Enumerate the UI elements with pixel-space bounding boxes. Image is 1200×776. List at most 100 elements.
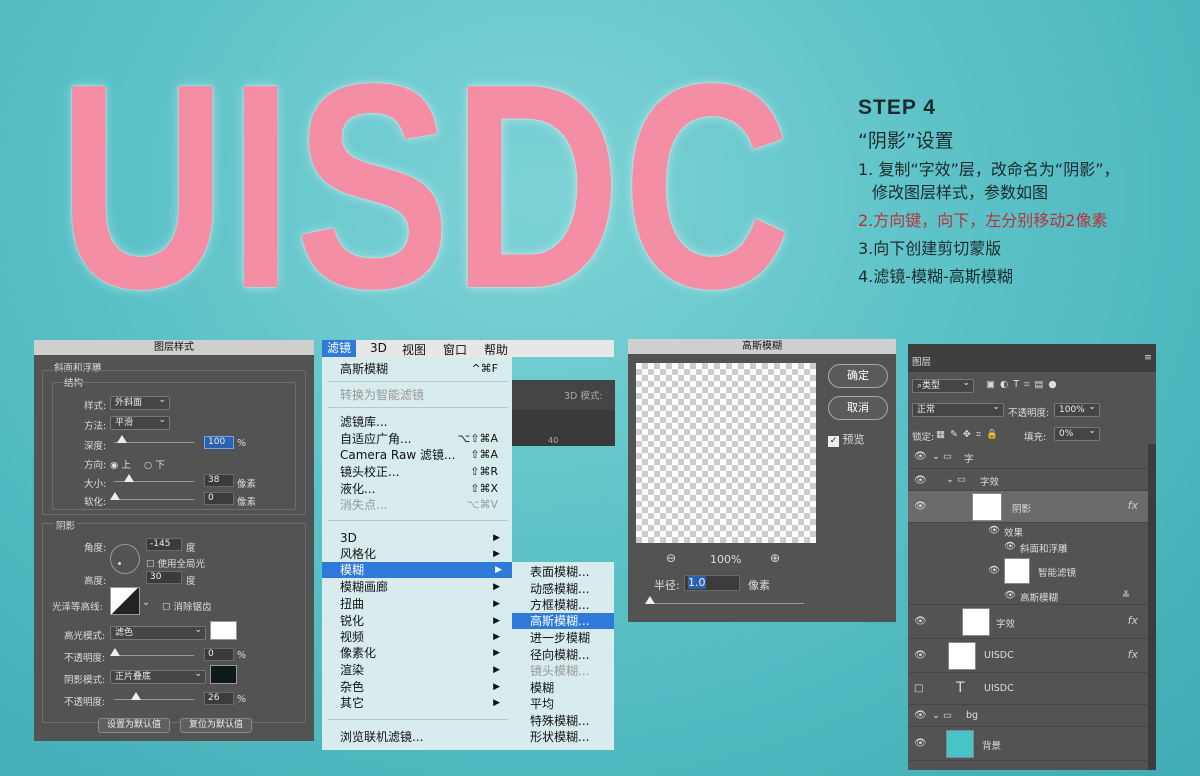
cancel-button[interactable]: 取消 [828, 396, 888, 420]
menu-item-last-filter[interactable]: 高斯模糊 ^⌘F [340, 361, 510, 377]
highlight-opacity-input[interactable]: 0 [204, 648, 234, 661]
layer-uisdc-text[interactable]: □ T UISDC [908, 673, 1148, 705]
layer-ziyao[interactable]: 👁 字效 fx [908, 605, 1148, 639]
menu-window[interactable]: 窗口 [443, 341, 467, 358]
effects-eye-icon[interactable]: 👁 [988, 525, 1000, 536]
depth-knob[interactable] [117, 435, 127, 443]
zoom-in-icon[interactable]: ⊕ [770, 551, 780, 565]
direction-down-radio[interactable]: ○ 下 [144, 457, 165, 471]
soften-knob[interactable] [110, 492, 120, 500]
fill-input[interactable]: 0% [1054, 425, 1100, 441]
menu-item-browse-online[interactable]: 浏览联机滤镜... [340, 729, 510, 745]
make-default-button[interactable]: 设置为默认值 [98, 718, 170, 733]
submenu-blur-more[interactable]: 进一步模糊 [530, 630, 614, 646]
shadow-opacity-input[interactable]: 26 [204, 692, 234, 705]
depth-slider[interactable] [114, 435, 194, 443]
layers-scrollbar[interactable] [1148, 444, 1156, 770]
visibility-eye-icon[interactable]: 👁 [914, 710, 927, 721]
menu-item-vanishing-point[interactable]: 消失点... ⌥⌘V [340, 497, 510, 513]
shadow-opacity-slider[interactable] [114, 692, 194, 700]
menu-item-3d[interactable]: 3D ▶ [340, 530, 510, 546]
highlight-opacity-slider[interactable] [110, 648, 194, 656]
lock-icons[interactable]: ▦✎✥⌗🔒 [936, 429, 1003, 440]
visibility-eye-icon[interactable]: 👁 [914, 501, 927, 512]
fx-icon[interactable]: fx [1128, 648, 1138, 661]
filter-options-icon[interactable]: ≚ [1122, 590, 1130, 601]
filter-icons[interactable]: ▣◐T⌗▤● [986, 379, 1062, 390]
visibility-eye-icon[interactable]: 👁 [914, 616, 927, 627]
submenu-gaussian-blur[interactable]: 高斯模糊... [512, 613, 614, 629]
submenu-average[interactable]: 平均 [530, 696, 614, 712]
menu-help[interactable]: 帮助 [484, 341, 508, 358]
shadow-mode-select[interactable]: 正片叠底 [110, 668, 206, 684]
visibility-eye-icon[interactable]: 👁 [914, 738, 927, 749]
style-select[interactable]: 外斜面 [110, 394, 170, 410]
radius-slider[interactable] [645, 596, 804, 604]
submenu-smart-blur[interactable]: 特殊模糊... [530, 713, 614, 729]
highlight-mode-select[interactable]: 滤色 [110, 624, 206, 640]
gaussian-eye-icon[interactable]: 👁 [1004, 590, 1016, 601]
preview-canvas[interactable] [636, 363, 816, 543]
submenu-shape-blur[interactable]: 形状模糊... [530, 729, 614, 745]
zoom-out-icon[interactable]: ⊖ [666, 551, 676, 565]
menu-item-filter-gallery[interactable]: 滤镜库... [340, 414, 510, 430]
menu-item-pixelate[interactable]: 像素化 ▶ [340, 645, 510, 661]
radius-knob[interactable] [645, 596, 655, 604]
layer-effects[interactable]: 👁 效果 [908, 523, 1148, 539]
size-knob[interactable] [124, 474, 134, 482]
menu-item-smart-filter[interactable]: 转换为智能滤镜 [340, 387, 510, 403]
submenu-motion-blur[interactable]: 动感模糊... [530, 581, 614, 597]
layer-background[interactable]: 👁 背景 [908, 727, 1148, 761]
filter-kind-select[interactable]: ⌕类型 [912, 377, 974, 393]
gloss-contour-picker[interactable] [110, 587, 140, 615]
smart-filter-eye-icon[interactable]: 👁 [988, 565, 1000, 576]
menu-item-distort[interactable]: 扭曲 ▶ [340, 596, 510, 612]
bevel-eye-icon[interactable]: 👁 [1004, 541, 1016, 552]
menu-item-adaptive-wide[interactable]: 自适应广角... ⌥⇧⌘A [340, 431, 510, 447]
layer-shadow[interactable]: 👁 阴影 fx [908, 491, 1148, 523]
layer-group-zi[interactable]: 👁 ⌄ ▭ 字 [908, 445, 1148, 469]
submenu-surface-blur[interactable]: 表面模糊... [530, 564, 614, 580]
menu-3d[interactable]: 3D [370, 341, 387, 355]
ok-button[interactable]: 确定 [828, 364, 888, 388]
visibility-eye-icon[interactable]: 👁 [914, 650, 927, 661]
angle-input[interactable]: -145 [146, 538, 182, 551]
menu-item-sharpen[interactable]: 锐化 ▶ [340, 613, 510, 629]
submenu-lens-blur[interactable]: 镜头模糊... [530, 663, 614, 679]
menu-item-stylize[interactable]: 风格化 ▶ [340, 546, 510, 562]
layer-smart-filters[interactable]: 👁 智能滤镜 [908, 555, 1148, 587]
soften-slider[interactable] [110, 492, 194, 500]
angle-dial[interactable] [110, 544, 140, 574]
highlight-color-swatch[interactable] [210, 621, 237, 640]
fx-icon[interactable]: fx [1128, 499, 1138, 512]
menu-item-render[interactable]: 渲染 ▶ [340, 662, 510, 678]
anti-alias-checkbox[interactable]: ☐ 消除锯齿 [162, 599, 212, 613]
menu-item-other[interactable]: 其它 ▶ [340, 695, 510, 711]
opacity-input[interactable]: 100% [1054, 401, 1100, 417]
menu-view[interactable]: 视图 [402, 341, 426, 358]
altitude-input[interactable]: 30 [146, 571, 182, 584]
menu-item-liquify[interactable]: 液化... ⇧⌘X [340, 481, 510, 497]
radius-input[interactable]: 1.0 [684, 575, 740, 591]
layer-group-ziyao[interactable]: 👁 ⌄ ▭ 字效 [908, 469, 1148, 491]
menu-item-blur[interactable]: 模糊 ▶ [322, 562, 512, 578]
menu-item-blur-gallery[interactable]: 模糊画廊 ▶ [340, 579, 510, 595]
layer-gaussian-filter[interactable]: 👁 高斯模糊 ≚ [908, 587, 1148, 605]
menu-filter[interactable]: 滤镜 [322, 340, 357, 357]
highlight-opacity-knob[interactable] [110, 648, 120, 656]
blend-mode-select[interactable]: 正常 [912, 401, 1004, 417]
layer-uisdc-smart[interactable]: 👁 UISDC fx [908, 639, 1148, 673]
menu-item-camera-raw[interactable]: Camera Raw 滤镜... ⇧⌘A [340, 447, 510, 463]
submenu-box-blur[interactable]: 方框模糊... [530, 597, 614, 613]
direction-up-radio[interactable]: ◉ 上 [110, 457, 131, 471]
submenu-blur[interactable]: 模糊 [530, 680, 614, 696]
soften-input[interactable]: 0 [204, 492, 234, 505]
visibility-toggle-off[interactable]: □ [914, 683, 923, 694]
menu-item-video[interactable]: 视频 ▶ [340, 629, 510, 645]
method-select[interactable]: 平滑 [110, 414, 170, 430]
panel-menu-icon[interactable]: ≡ [1144, 352, 1152, 363]
preview-checkbox[interactable]: ✓ 预览 [828, 431, 865, 447]
shadow-opacity-knob[interactable] [131, 692, 141, 700]
menu-item-lens-correction[interactable]: 镜头校正... ⇧⌘R [340, 464, 510, 480]
reset-default-button[interactable]: 复位为默认值 [180, 718, 252, 733]
